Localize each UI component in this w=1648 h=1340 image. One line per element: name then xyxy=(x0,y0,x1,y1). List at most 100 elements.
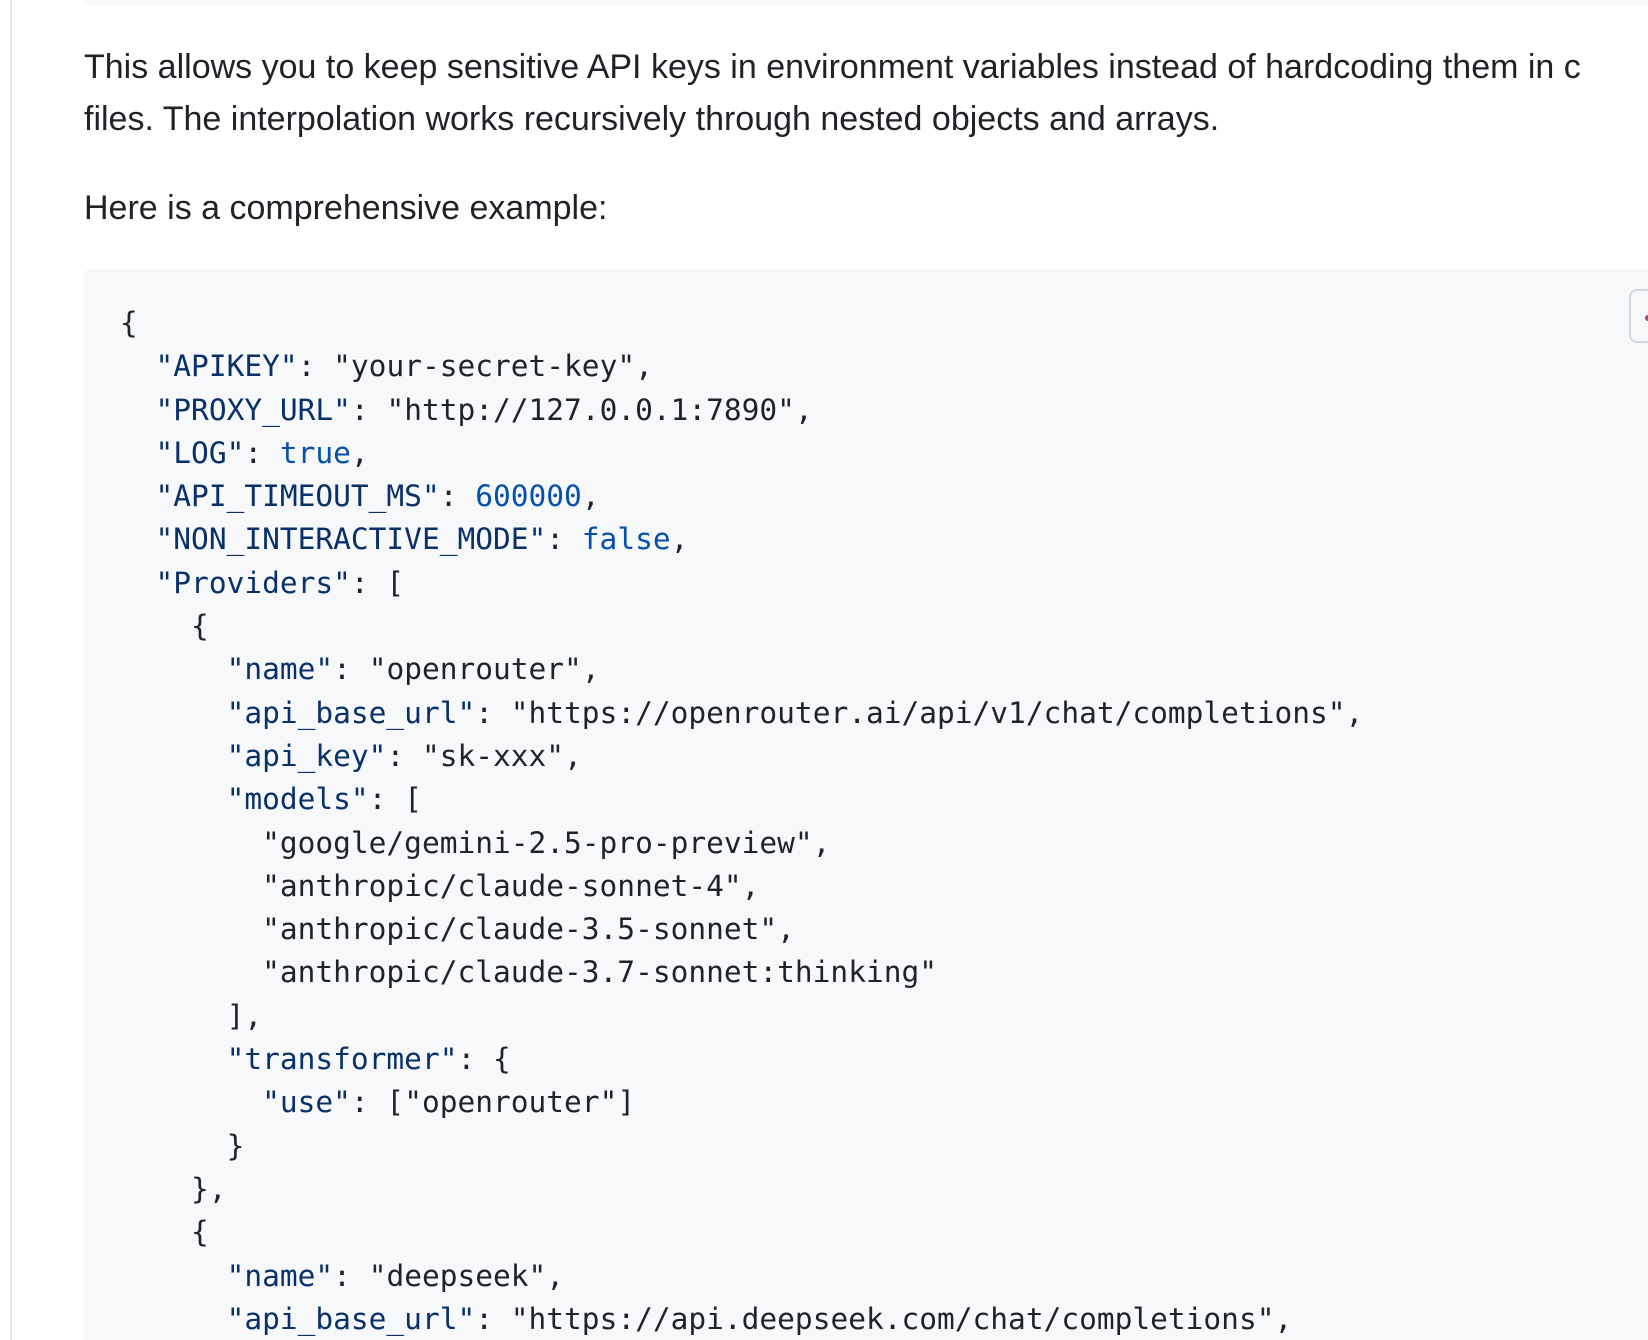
code-key: "models" xyxy=(226,782,369,817)
code-punctuation: : xyxy=(333,652,369,687)
code-punctuation: , xyxy=(581,479,600,514)
code-line: { xyxy=(120,605,1363,648)
code-punctuation xyxy=(120,955,262,989)
code-string: "openrouter" xyxy=(404,1085,618,1120)
json-code: { "APIKEY": "your-secret-key", "PROXY_UR… xyxy=(120,302,1363,1340)
code-key: "name" xyxy=(226,652,334,687)
code-line: "google/gemini-2.5-pro-preview", xyxy=(120,822,1363,865)
code-punctuation: { xyxy=(120,306,138,340)
code-line: "name": "deepseek", xyxy=(120,1255,1363,1298)
code-punctuation: , xyxy=(564,738,582,773)
code-key: "api_base_url" xyxy=(226,695,476,730)
code-line: "use": ["openrouter"] xyxy=(120,1081,1363,1124)
code-string: "openrouter" xyxy=(368,652,582,687)
code-string: "deepseek" xyxy=(368,1258,547,1293)
code-punctuation xyxy=(120,1042,227,1076)
code-line: "api_key": "sk-xxx", xyxy=(120,735,1363,778)
code-line: "name": "openrouter", xyxy=(120,648,1363,691)
code-line: "anthropic/claude-3.5-sonnet", xyxy=(120,908,1363,951)
code-punctuation xyxy=(120,522,156,556)
code-line: "anthropic/claude-sonnet-4", xyxy=(120,865,1363,908)
code-punctuation: , xyxy=(1345,695,1364,730)
code-punctuation: { xyxy=(120,1215,209,1250)
code-punctuation: : xyxy=(350,392,387,427)
code-line: "api_base_url": "https://api.deepseek.co… xyxy=(120,1298,1363,1340)
intro-paragraph-line-2: files. The interpolation works recursive… xyxy=(84,100,1220,138)
code-punctuation xyxy=(120,652,227,686)
code-string: "http://127.0.0.1:7890" xyxy=(386,392,795,427)
code-key: "PROXY_URL" xyxy=(155,392,351,427)
copy-code-button[interactable] xyxy=(1629,289,1648,343)
code-punctuation: : [ xyxy=(350,565,405,600)
code-string: "your-secret-key" xyxy=(333,349,636,384)
code-punctuation xyxy=(120,1302,227,1336)
code-punctuation: , xyxy=(635,349,653,384)
code-punctuation: , xyxy=(1274,1301,1293,1336)
code-key: "LOG" xyxy=(155,435,245,470)
code-string: "anthropic/claude-3.7-sonnet:thinking" xyxy=(262,955,937,990)
code-punctuation: : xyxy=(475,695,511,730)
code-punctuation: ] xyxy=(617,1085,636,1120)
code-punctuation: : [ xyxy=(368,782,422,817)
code-punctuation: , xyxy=(777,912,795,947)
code-line: "NON_INTERACTIVE_MODE": false, xyxy=(120,518,1363,561)
code-line: "transformer": { xyxy=(120,1038,1363,1081)
code-line: "models": [ xyxy=(120,778,1363,821)
code-key: "api_key" xyxy=(226,738,387,773)
code-punctuation: }, xyxy=(120,1171,227,1206)
code-punctuation: , xyxy=(546,1258,565,1293)
code-key: "APIKEY" xyxy=(155,349,298,384)
code-punctuation: : xyxy=(297,349,334,384)
left-border-rule xyxy=(10,0,12,1340)
code-key: "transformer" xyxy=(226,1042,458,1077)
code-punctuation xyxy=(120,436,156,470)
code-string: "google/gemini-2.5-pro-preview" xyxy=(262,825,813,860)
code-line: } xyxy=(120,1125,1363,1168)
code-punctuation: , xyxy=(812,825,831,860)
code-line: }, xyxy=(120,1168,1363,1211)
code-punctuation: : xyxy=(386,738,422,773)
code-punctuation: : xyxy=(475,1301,511,1336)
code-literal: 600000 xyxy=(475,479,582,514)
code-string: "anthropic/claude-3.5-sonnet" xyxy=(262,912,778,947)
code-punctuation xyxy=(120,739,227,773)
code-key: "API_TIMEOUT_MS" xyxy=(155,479,440,514)
example-intro-paragraph: Here is a comprehensive example: xyxy=(84,189,608,227)
code-key: "use" xyxy=(262,1085,351,1120)
code-punctuation xyxy=(120,479,156,513)
code-key: "NON_INTERACTIVE_MODE" xyxy=(155,522,547,557)
code-line: "APIKEY": "your-secret-key", xyxy=(120,345,1363,388)
code-punctuation: : xyxy=(333,1258,369,1293)
code-line: "API_TIMEOUT_MS": 600000, xyxy=(120,475,1363,518)
code-punctuation: : [ xyxy=(350,1085,405,1120)
code-string: "sk-xxx" xyxy=(421,738,565,773)
code-punctuation xyxy=(120,1259,227,1293)
code-punctuation: { xyxy=(120,609,209,644)
code-string: "anthropic/claude-sonnet-4" xyxy=(262,868,742,903)
code-punctuation xyxy=(120,349,156,383)
code-punctuation: : xyxy=(244,435,280,470)
code-punctuation: : { xyxy=(457,1042,511,1077)
code-line: "api_base_url": "https://openrouter.ai/a… xyxy=(120,692,1364,735)
code-line: "anthropic/claude-3.7-sonnet:thinking" xyxy=(120,951,1363,994)
code-line: { xyxy=(120,1211,1363,1254)
code-punctuation: ], xyxy=(120,998,263,1033)
code-punctuation xyxy=(120,1085,262,1119)
intro-paragraph-line-1: This allows you to keep sensitive API ke… xyxy=(84,48,1581,86)
code-string: "https://openrouter.ai/api/v1/chat/compl… xyxy=(510,695,1346,730)
code-key: "api_base_url" xyxy=(226,1301,476,1336)
code-punctuation: } xyxy=(120,1128,245,1163)
code-line: ], xyxy=(120,995,1363,1038)
code-literal: false xyxy=(581,522,671,557)
code-line: "Providers": [ xyxy=(120,562,1363,605)
code-punctuation: : xyxy=(546,522,582,557)
code-punctuation xyxy=(120,869,262,903)
code-line: "PROXY_URL": "http://127.0.0.1:7890", xyxy=(120,389,1363,432)
code-string: "https://api.deepseek.com/chat/completio… xyxy=(510,1301,1275,1336)
code-punctuation xyxy=(120,566,156,600)
code-punctuation: , xyxy=(670,522,689,557)
code-punctuation: , xyxy=(794,392,813,427)
code-punctuation: , xyxy=(350,435,369,470)
code-punctuation xyxy=(120,393,156,427)
code-punctuation xyxy=(120,696,227,730)
